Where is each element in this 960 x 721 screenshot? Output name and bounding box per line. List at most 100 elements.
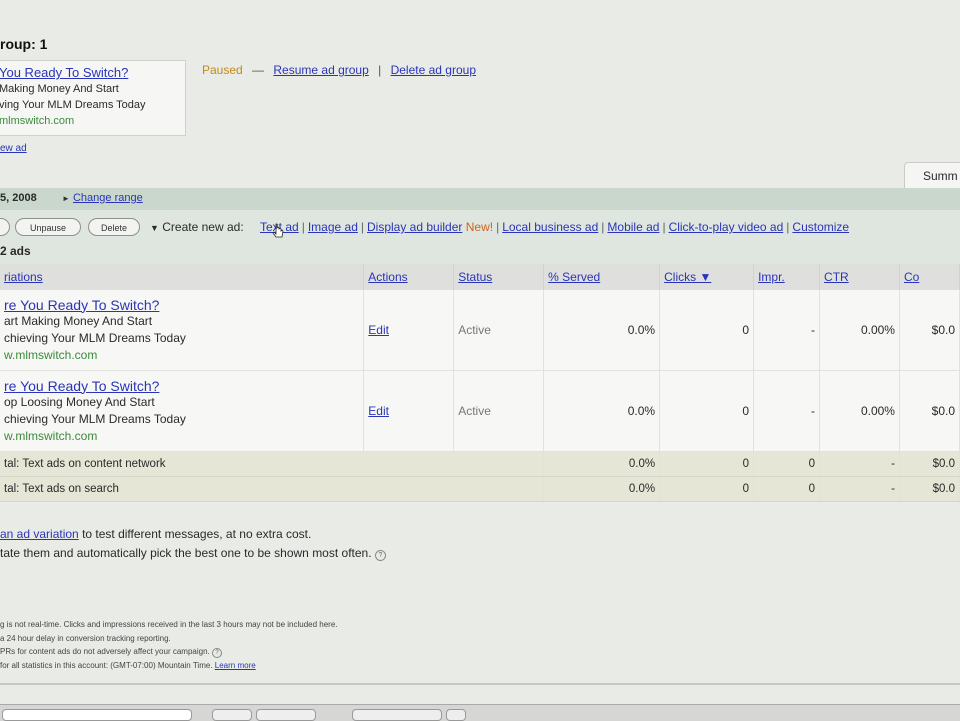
date-range-text: 5, 2008 <box>0 192 37 204</box>
total-cost: $0.0 <box>899 451 960 477</box>
total-label: tal: Text ads on search <box>0 476 545 502</box>
ad-cost: $0.0 <box>899 370 960 452</box>
find-input[interactable] <box>2 709 192 721</box>
ad-line2: chieving Your MLM Dreams Today <box>4 330 186 345</box>
variation-note: an ad variation to test different messag… <box>0 525 386 563</box>
date-range-bar: 5, 2008 ► Change range <box>0 188 960 210</box>
ad-impr: - <box>753 290 821 371</box>
status-pipe: | <box>378 63 382 77</box>
resume-ad-group-link[interactable]: Resume ad group <box>273 63 368 77</box>
total-clicks: 0 <box>659 451 755 477</box>
total-row-search: tal: Text ads on search 0.0% 0 0 - $0.0 <box>0 476 960 502</box>
ad-preview: You Ready To Switch? Making Money And St… <box>0 60 186 136</box>
help-icon[interactable]: ? <box>211 648 222 658</box>
col-ctr[interactable]: CTR <box>819 264 900 290</box>
triangle-down-icon: ▼ <box>150 223 159 233</box>
ad-line1: op Loosing Money And Start <box>4 394 155 409</box>
delete-button[interactable]: Delete <box>88 218 140 236</box>
ad-served: 0.0% <box>543 370 661 452</box>
total-clicks: 0 <box>659 476 755 502</box>
total-served: 0.0% <box>543 451 661 477</box>
footnote-1: g is not real-time. Clicks and impressio… <box>0 620 338 629</box>
unpause-button[interactable]: Unpause <box>15 218 81 236</box>
ad-headline-link[interactable]: re You Ready To Switch? <box>4 378 359 394</box>
ads-toolbar: Unpause Delete ▼ Create new ad: Text ad |… <box>0 210 960 264</box>
find-options-select[interactable] <box>352 709 442 721</box>
total-served: 0.0% <box>543 476 661 502</box>
preview-line2: ving Your MLM Dreams Today <box>0 99 146 111</box>
display-ad-builder-link[interactable]: Display ad builder <box>367 220 462 234</box>
divider <box>0 683 960 685</box>
ad-served: 0.0% <box>543 290 661 371</box>
ad-status: Active <box>453 370 545 452</box>
customize-link[interactable]: Customize <box>792 220 849 234</box>
status-dash: — <box>252 63 265 77</box>
ad-ctr: 0.00% <box>819 370 900 452</box>
table-header-row: riations Actions Status % Served Clicks … <box>0 264 960 290</box>
learn-more-link[interactable]: Learn more <box>215 661 256 670</box>
ad-clicks: 0 <box>659 290 755 371</box>
ad-cost: $0.0 <box>899 290 960 371</box>
col-served[interactable]: % Served <box>543 264 661 290</box>
col-impr[interactable]: Impr. <box>753 264 821 290</box>
table-row: re You Ready To Switch? art Making Money… <box>0 290 960 371</box>
col-status[interactable]: Status <box>453 264 545 290</box>
total-label: tal: Text ads on content network <box>0 451 545 477</box>
ad-clicks: 0 <box>659 370 755 452</box>
ad-url: w.mlmswitch.com <box>4 428 98 443</box>
click-to-play-video-ad-link[interactable]: Click-to-play video ad <box>669 220 784 234</box>
ad-type-links: Text ad | Image ad | Display ad builder New!… <box>260 220 850 234</box>
col-cost[interactable]: Co <box>899 264 960 290</box>
footnote-3: PRs for content ads do not adversely aff… <box>0 647 210 656</box>
ad-line2: chieving Your MLM Dreams Today <box>4 411 186 426</box>
find-close-button[interactable] <box>446 709 466 721</box>
ads-table: riations Actions Status % Served Clicks … <box>0 264 960 502</box>
mobile-ad-link[interactable]: Mobile ad <box>607 220 659 234</box>
total-ctr: - <box>819 451 900 477</box>
create-new-ad-label: Create new ad: <box>162 220 244 234</box>
edit-ad-link[interactable]: Edit <box>368 404 389 418</box>
tab-summary[interactable]: Summ <box>904 162 960 188</box>
pause-button[interactable] <box>0 218 10 236</box>
ad-group-status-line: Paused — Resume ad group | Delete ad gro… <box>202 63 476 77</box>
view-ad-link[interactable]: ew ad <box>0 143 27 154</box>
preview-headline[interactable]: You Ready To Switch? <box>0 65 185 81</box>
local-business-ad-link[interactable]: Local business ad <box>502 220 598 234</box>
variation-note-line2: tate them and automatically pick the bes… <box>0 546 372 560</box>
col-clicks[interactable]: Clicks ▼ <box>659 264 755 290</box>
preview-url: mlmswitch.com <box>0 115 75 127</box>
ad-headline-link[interactable]: re You Ready To Switch? <box>4 297 359 313</box>
variation-note-line1: to test different messages, at no extra … <box>78 527 312 541</box>
image-ad-link[interactable]: Image ad <box>308 220 358 234</box>
triangle-right-icon: ► <box>62 194 70 203</box>
ad-group-title: roup: 1 <box>0 36 48 52</box>
ad-ctr: 0.00% <box>819 290 900 371</box>
col-actions[interactable]: Actions <box>363 264 455 290</box>
total-row-content: tal: Text ads on content network 0.0% 0 … <box>0 451 960 477</box>
change-range-link[interactable]: Change range <box>73 192 143 204</box>
status-paused: Paused <box>202 63 243 77</box>
footnote-2: a 24 hour delay in conversion tracking r… <box>0 633 171 643</box>
find-next-button[interactable] <box>256 709 316 721</box>
find-previous-button[interactable] <box>212 709 252 721</box>
ad-line1: art Making Money And Start <box>4 313 153 328</box>
total-ctr: - <box>819 476 900 502</box>
col-variations[interactable]: riations <box>0 264 365 290</box>
delete-ad-group-link[interactable]: Delete ad group <box>391 63 476 77</box>
ad-url: w.mlmswitch.com <box>4 347 98 362</box>
footnote-4: for all statistics in this account: (GMT… <box>0 660 213 670</box>
total-impr: 0 <box>753 451 821 477</box>
new-badge: New! <box>465 220 494 234</box>
footnotes: g is not real-time. Clicks and impressio… <box>0 618 338 672</box>
edit-ad-link[interactable]: Edit <box>368 323 389 337</box>
browser-bottom-bar <box>0 704 960 721</box>
change-range-control[interactable]: ► Change range <box>62 192 143 204</box>
create-new-ad: ▼ Create new ad: <box>150 220 244 234</box>
ads-count: 2 ads <box>0 244 31 258</box>
help-icon[interactable]: ? <box>374 550 386 561</box>
total-cost: $0.0 <box>899 476 960 502</box>
ad-impr: - <box>753 370 821 452</box>
total-impr: 0 <box>753 476 821 502</box>
ad-status: Active <box>453 290 545 371</box>
create-ad-variation-link[interactable]: an ad variation <box>0 527 79 541</box>
